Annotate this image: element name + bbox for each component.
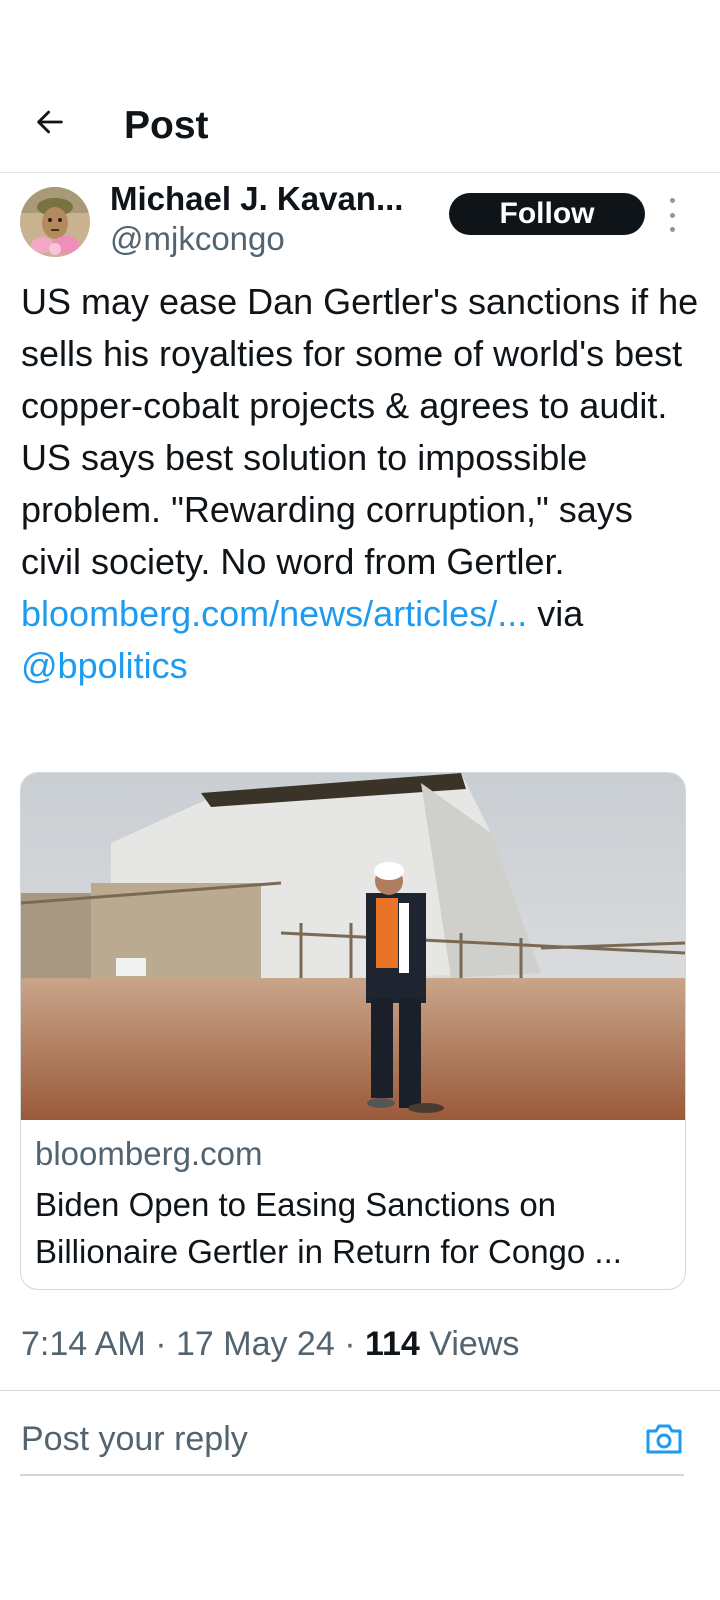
card-domain: bloomberg.com [35, 1135, 263, 1172]
mention-link[interactable]: @bpolitics [21, 645, 188, 686]
views-count[interactable]: 114 [365, 1325, 420, 1363]
via-label: via [537, 593, 584, 634]
card-title: Biden Open to Easing Sanctions on Billio… [35, 1186, 622, 1270]
top-app-bar: Post [0, 0, 720, 173]
views-label: Views [429, 1325, 520, 1363]
camera-button[interactable] [644, 1421, 684, 1457]
follow-button[interactable]: Follow [449, 193, 645, 235]
meta-separator: · [155, 1325, 167, 1363]
reply-input[interactable]: Post your reply [21, 1420, 248, 1459]
tweet-text: US may ease Dan Gertler's sanctions if h… [21, 281, 699, 582]
page-title: Post [124, 104, 209, 147]
back-button[interactable] [28, 100, 72, 144]
arrow-left-icon [37, 110, 63, 134]
card-image [21, 773, 685, 1120]
post-meta: 7:14 AM · 17 May 24 · 114 Views [21, 1325, 519, 1364]
link-preview-card[interactable]: bloomberg.com Biden Open to Easing Sanct… [20, 772, 686, 1290]
tweet-body: US may ease Dan Gertler's sanctions if h… [21, 276, 701, 692]
reply-underline [20, 1474, 684, 1476]
meta-separator: · [344, 1325, 356, 1363]
avatar[interactable] [20, 187, 90, 257]
more-options-button[interactable] [660, 198, 684, 232]
more-vertical-icon [669, 198, 675, 203]
tweet-link[interactable]: bloomberg.com/news/articles/... [21, 593, 527, 634]
post-time: 7:14 AM [21, 1325, 146, 1363]
post-date: 17 May 24 [175, 1325, 335, 1363]
author-handle[interactable]: @mjkcongo [110, 220, 285, 258]
divider [0, 1390, 720, 1391]
camera-icon [646, 1424, 682, 1454]
author-name[interactable]: Michael J. Kavan... [110, 180, 403, 218]
